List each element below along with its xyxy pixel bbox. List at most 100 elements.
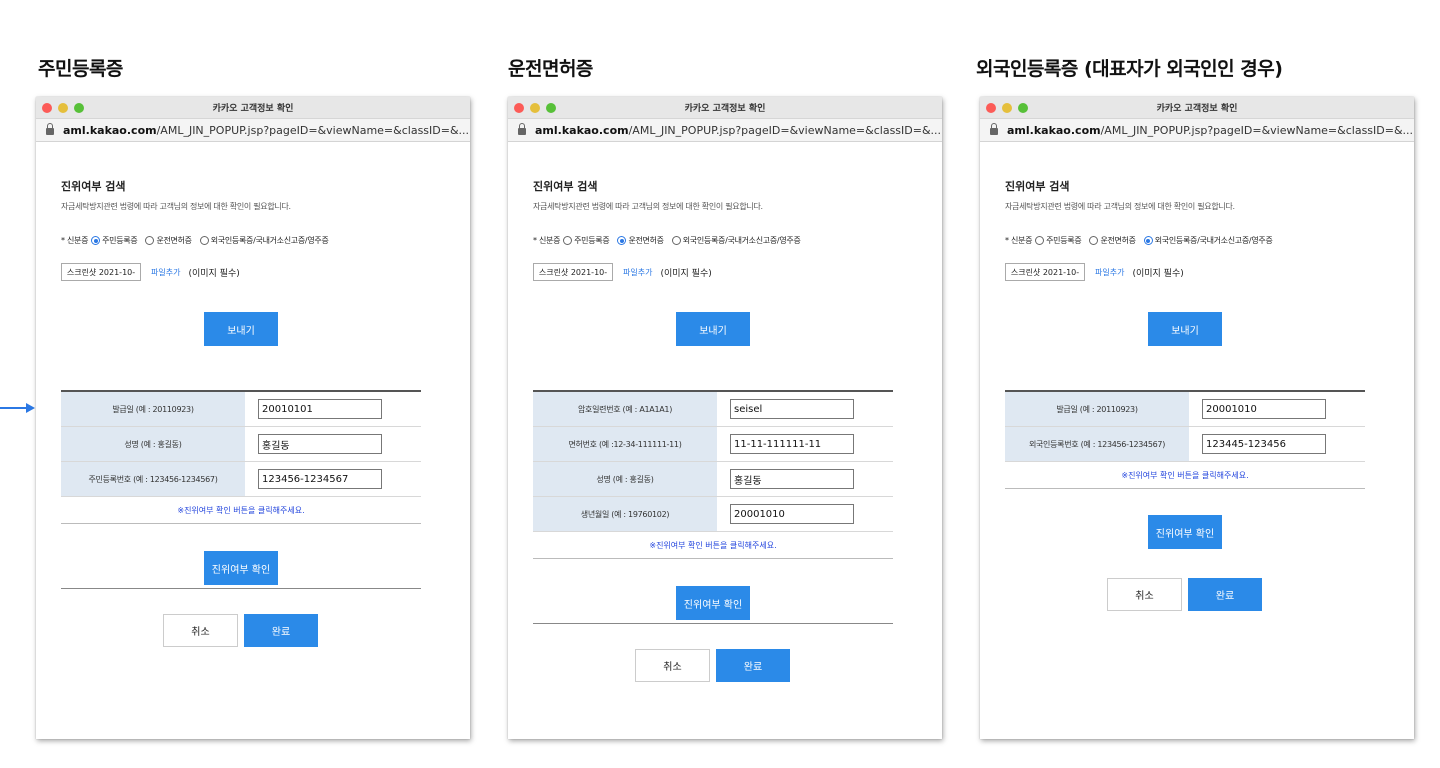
form-row: 성명 (예 : 홍길동) 홍길동 [533, 462, 893, 497]
file-row: 스크린샷 2021-10- 파일추가 (이미지 필수) [61, 263, 240, 281]
serial-number-input[interactable]: seisel [730, 399, 854, 419]
birth-date-input[interactable]: 20001010 [730, 504, 854, 524]
form-row: 외국인등록번호 (예 : 123456-1234567) 123445-1234… [1005, 427, 1365, 462]
form-row: 발급일 (예 : 20110923) 20010101 [61, 392, 421, 427]
popup-window-license: 카카오 고객정보 확인 aml.kakao.com/AML_JIN_POPUP.… [508, 97, 942, 739]
verify-button[interactable]: 진위여부 확인 [204, 551, 278, 585]
field-label: 발급일 (예 : 20110923) [61, 392, 245, 426]
done-button[interactable]: 완료 [716, 649, 790, 682]
issue-date-input[interactable]: 20010101 [258, 399, 382, 419]
address-bar[interactable]: aml.kakao.com/AML_JIN_POPUP.jsp?pageID=&… [36, 119, 470, 142]
id-type-label: * 신분증 [61, 236, 89, 245]
radio-label-license: 운전면허증 [628, 236, 664, 245]
verify-button[interactable]: 진위여부 확인 [1148, 515, 1222, 549]
image-required-note: (이미지 필수) [188, 268, 240, 279]
image-required-note: (이미지 필수) [1132, 268, 1184, 279]
cancel-button[interactable]: 취소 [1107, 578, 1182, 611]
form-row: 생년월일 (예 : 19760102) 20001010 [533, 497, 893, 532]
send-button[interactable]: 보내기 [204, 312, 278, 346]
radio-foreigner[interactable] [671, 236, 681, 245]
search-description: 자금세탁방지관련 법령에 따라 고객님의 정보에 대한 확인이 필요합니다. [533, 202, 763, 211]
radio-license[interactable] [1089, 236, 1099, 245]
window-title: 카카오 고객정보 확인 [212, 104, 294, 114]
field-label: 면허번호 (예 :12-34-111111-11) [533, 427, 717, 461]
verify-notice: ※진위여부 확인 버튼을 클릭해주세요. [1005, 462, 1365, 489]
search-heading: 진위여부 검색 [61, 180, 126, 193]
send-button[interactable]: 보내기 [676, 312, 750, 346]
send-button[interactable]: 보내기 [1148, 312, 1222, 346]
form-row: 주민등록번호 (예 : 123456-1234567) 123456-12345… [61, 462, 421, 497]
add-file-link[interactable]: 파일추가 [623, 267, 652, 278]
popup-window-foreigner: 카카오 고객정보 확인 aml.kakao.com/AML_JIN_POPUP.… [980, 97, 1414, 739]
radio-label-resident: 주민등록증 [574, 236, 610, 245]
id-type-label: * 신분증 [533, 236, 561, 245]
lock-icon [46, 123, 54, 135]
url-domain: aml.kakao.com [1007, 123, 1101, 137]
verify-notice: ※진위여부 확인 버튼을 클릭해주세요. [61, 497, 421, 524]
form-row: 면허번호 (예 :12-34-111111-11) 11-11-111111-1… [533, 427, 893, 462]
radio-resident[interactable] [563, 236, 573, 245]
field-label: 성명 (예 : 홍길동) [533, 462, 717, 496]
address-bar[interactable]: aml.kakao.com/AML_JIN_POPUP.jsp?pageID=&… [980, 119, 1414, 142]
id-type-selector: * 신분증 주민등록증 운전면허증 외국인등록증/국내거소신고증/영주증 [1005, 235, 1273, 246]
form-row: 발급일 (예 : 20110923) 20001010 [1005, 392, 1365, 427]
radio-resident[interactable] [91, 236, 101, 245]
pointer-arrow-icon [0, 403, 35, 413]
name-input[interactable]: 홍길동 [258, 434, 382, 454]
radio-label-license: 운전면허증 [156, 236, 192, 245]
field-label: 생년월일 (예 : 19760102) [533, 497, 717, 531]
address-bar[interactable]: aml.kakao.com/AML_JIN_POPUP.jsp?pageID=&… [508, 119, 942, 142]
cancel-button[interactable]: 취소 [163, 614, 238, 647]
radio-license[interactable] [617, 236, 627, 245]
page: 주민등록증 운전면허증 외국인등록증 (대표자가 외국인인 경우) 카카오 고객… [0, 0, 1440, 768]
id-type-selector: * 신분증 주민등록증 운전면허증 외국인등록증/국내거소신고증/영주증 [533, 235, 801, 246]
name-input[interactable]: 홍길동 [730, 469, 854, 489]
title-bar: 카카오 고객정보 확인 [980, 97, 1414, 119]
resident-number-input[interactable]: 123456-1234567 [258, 469, 382, 489]
file-name-field[interactable]: 스크린샷 2021-10- [61, 263, 141, 281]
title-bar: 카카오 고객정보 확인 [508, 97, 942, 119]
popup-window-resident: 카카오 고객정보 확인 aml.kakao.com/AML_JIN_POPUP.… [36, 97, 470, 739]
verify-form: 암호일련번호 (예 : A1A1A1) seisel 면허번호 (예 :12-3… [533, 390, 893, 559]
add-file-link[interactable]: 파일추가 [151, 267, 180, 278]
file-name-field[interactable]: 스크린샷 2021-10- [1005, 263, 1085, 281]
issue-date-input[interactable]: 20001010 [1202, 399, 1326, 419]
add-file-link[interactable]: 파일추가 [1095, 267, 1124, 278]
url-path: /AML_JIN_POPUP.jsp?pageID=&viewName=&cla… [1100, 123, 1414, 137]
done-button[interactable]: 완료 [244, 614, 318, 647]
url-path: /AML_JIN_POPUP.jsp?pageID=&viewName=&cla… [156, 123, 470, 137]
verify-button[interactable]: 진위여부 확인 [676, 586, 750, 620]
done-button[interactable]: 완료 [1188, 578, 1262, 611]
field-label: 발급일 (예 : 20110923) [1005, 392, 1189, 426]
verify-form: 발급일 (예 : 20110923) 20010101 성명 (예 : 홍길동)… [61, 390, 421, 524]
field-label: 외국인등록번호 (예 : 123456-1234567) [1005, 427, 1189, 461]
license-number-input[interactable]: 11-11-111111-11 [730, 434, 854, 454]
radio-resident[interactable] [1035, 236, 1045, 245]
search-heading: 진위여부 검색 [533, 180, 598, 193]
field-label: 성명 (예 : 홍길동) [61, 427, 245, 461]
radio-label-foreigner: 외국인등록증/국내거소신고증/영주증 [1154, 236, 1273, 245]
radio-label-foreigner: 외국인등록증/국내거소신고증/영주증 [682, 236, 801, 245]
verify-notice: ※진위여부 확인 버튼을 클릭해주세요. [533, 532, 893, 559]
field-label: 주민등록번호 (예 : 123456-1234567) [61, 462, 245, 496]
field-label: 암호일련번호 (예 : A1A1A1) [533, 392, 717, 426]
window-title: 카카오 고객정보 확인 [684, 104, 766, 114]
lock-icon [990, 123, 998, 135]
id-type-selector: * 신분증 주민등록증 운전면허증 외국인등록증/국내거소신고증/영주증 [61, 235, 329, 246]
radio-label-resident: 주민등록증 [102, 236, 138, 245]
foreigner-number-input[interactable]: 123445-123456 [1202, 434, 1326, 454]
title-bar: 카카오 고객정보 확인 [36, 97, 470, 119]
url-domain: aml.kakao.com [63, 123, 157, 137]
verify-form: 발급일 (예 : 20110923) 20001010 외국인등록번호 (예 :… [1005, 390, 1365, 489]
search-description: 자금세탁방지관련 법령에 따라 고객님의 정보에 대한 확인이 필요합니다. [1005, 202, 1235, 211]
search-description: 자금세탁방지관련 법령에 따라 고객님의 정보에 대한 확인이 필요합니다. [61, 202, 291, 211]
radio-license[interactable] [145, 236, 155, 245]
divider [533, 623, 893, 624]
column-title-license: 운전면허증 [508, 58, 593, 80]
column-title-resident: 주민등록증 [38, 58, 123, 80]
radio-foreigner[interactable] [1143, 236, 1153, 245]
file-name-field[interactable]: 스크린샷 2021-10- [533, 263, 613, 281]
radio-foreigner[interactable] [199, 236, 209, 245]
radio-label-resident: 주민등록증 [1046, 236, 1082, 245]
cancel-button[interactable]: 취소 [635, 649, 710, 682]
